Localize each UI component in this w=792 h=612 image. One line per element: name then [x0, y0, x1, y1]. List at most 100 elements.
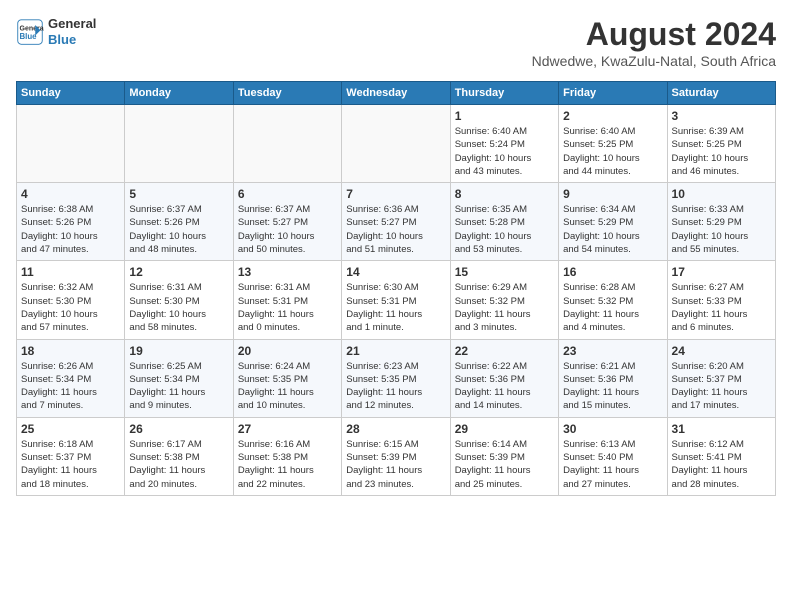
day-info: Sunrise: 6:25 AM Sunset: 5:34 PM Dayligh… [129, 360, 228, 413]
day-number: 22 [455, 344, 554, 358]
day-header-tuesday: Tuesday [233, 82, 341, 105]
day-number: 1 [455, 109, 554, 123]
day-number: 18 [21, 344, 120, 358]
calendar-cell: 24 Sunrise: 6:20 AM Sunset: 5:37 PM Dayli… [667, 339, 775, 417]
day-info: Sunrise: 6:36 AM Sunset: 5:27 PM Dayligh… [346, 203, 445, 256]
calendar-cell: 10Sunrise: 6:33 AM Sunset: 5:29 PM Dayli… [667, 183, 775, 261]
calendar-cell: 5 Sunrise: 6:37 AM Sunset: 5:26 PM Daylig… [125, 183, 233, 261]
calendar-cell: 25Sunrise: 6:18 AM Sunset: 5:37 PM Dayli… [17, 417, 125, 495]
calendar-cell: 12 Sunrise: 6:31 AM Sunset: 5:30 PM Dayli… [125, 261, 233, 339]
day-info: Sunrise: 6:31 AM Sunset: 5:30 PM Dayligh… [129, 281, 228, 334]
day-number: 26 [129, 422, 228, 436]
title-block: August 2024 Ndwedwe, KwaZulu-Natal, Sout… [532, 16, 776, 69]
day-number: 10 [672, 187, 771, 201]
day-number: 17 [672, 265, 771, 279]
calendar-cell: 15 Sunrise: 6:29 AM Sunset: 5:32 PM Dayli… [450, 261, 558, 339]
calendar-cell: 18 Sunrise: 6:26 AM Sunset: 5:34 PM Dayli… [17, 339, 125, 417]
calendar-cell: 20 Sunrise: 6:24 AM Sunset: 5:35 PM Dayli… [233, 339, 341, 417]
day-info: Sunrise: 6:40 AM Sunset: 5:24 PM Dayligh… [455, 125, 554, 178]
day-number: 9 [563, 187, 662, 201]
day-info: Sunrise: 6:18 AM Sunset: 5:37 PM Dayligh… [21, 438, 120, 491]
day-info: Sunrise: 6:12 AM Sunset: 5:41 PM Dayligh… [672, 438, 771, 491]
calendar-cell [342, 105, 450, 183]
day-info: Sunrise: 6:38 AM Sunset: 5:26 PM Dayligh… [21, 203, 120, 256]
calendar-cell: 26 Sunrise: 6:17 AM Sunset: 5:38 PM Dayli… [125, 417, 233, 495]
calendar-cell: 23 Sunrise: 6:21 AM Sunset: 5:36 PM Dayli… [559, 339, 667, 417]
day-number: 23 [563, 344, 662, 358]
day-number: 2 [563, 109, 662, 123]
day-number: 6 [238, 187, 337, 201]
day-info: Sunrise: 6:26 AM Sunset: 5:34 PM Dayligh… [21, 360, 120, 413]
day-info: Sunrise: 6:21 AM Sunset: 5:36 PM Dayligh… [563, 360, 662, 413]
day-number: 3 [672, 109, 771, 123]
day-number: 13 [238, 265, 337, 279]
calendar-cell: 8 Sunrise: 6:35 AM Sunset: 5:28 PM Daylig… [450, 183, 558, 261]
day-info: Sunrise: 6:20 AM Sunset: 5:37 PM Dayligh… [672, 360, 771, 413]
calendar-cell: 9 Sunrise: 6:34 AM Sunset: 5:29 PM Daylig… [559, 183, 667, 261]
day-info: Sunrise: 6:31 AM Sunset: 5:31 PM Dayligh… [238, 281, 337, 334]
day-header-friday: Friday [559, 82, 667, 105]
calendar-cell: 31Sunrise: 6:12 AM Sunset: 5:41 PM Dayli… [667, 417, 775, 495]
page-header: General Blue General Blue August 2024 Nd… [16, 16, 776, 69]
calendar-cell: 14 Sunrise: 6:30 AM Sunset: 5:31 PM Dayli… [342, 261, 450, 339]
calendar-cell [233, 105, 341, 183]
calendar-cell: 7 Sunrise: 6:36 AM Sunset: 5:27 PM Daylig… [342, 183, 450, 261]
calendar-cell: 29 Sunrise: 6:14 AM Sunset: 5:39 PM Dayli… [450, 417, 558, 495]
day-number: 5 [129, 187, 228, 201]
month-year: August 2024 [532, 16, 776, 53]
day-number: 21 [346, 344, 445, 358]
day-info: Sunrise: 6:32 AM Sunset: 5:30 PM Dayligh… [21, 281, 120, 334]
day-number: 15 [455, 265, 554, 279]
day-info: Sunrise: 6:23 AM Sunset: 5:35 PM Dayligh… [346, 360, 445, 413]
day-header-sunday: Sunday [17, 82, 125, 105]
day-number: 20 [238, 344, 337, 358]
logo-text: General Blue [48, 16, 96, 47]
day-info: Sunrise: 6:24 AM Sunset: 5:35 PM Dayligh… [238, 360, 337, 413]
calendar-cell: 16 Sunrise: 6:28 AM Sunset: 5:32 PM Dayli… [559, 261, 667, 339]
calendar-cell: 6 Sunrise: 6:37 AM Sunset: 5:27 PM Daylig… [233, 183, 341, 261]
svg-text:Blue: Blue [20, 32, 38, 41]
day-number: 14 [346, 265, 445, 279]
calendar-cell: 19 Sunrise: 6:25 AM Sunset: 5:34 PM Dayli… [125, 339, 233, 417]
calendar-cell: 11 Sunrise: 6:32 AM Sunset: 5:30 PM Dayli… [17, 261, 125, 339]
calendar-cell [17, 105, 125, 183]
calendar-cell: 21 Sunrise: 6:23 AM Sunset: 5:35 PM Dayli… [342, 339, 450, 417]
day-info: Sunrise: 6:27 AM Sunset: 5:33 PM Dayligh… [672, 281, 771, 334]
day-info: Sunrise: 6:13 AM Sunset: 5:40 PM Dayligh… [563, 438, 662, 491]
day-info: Sunrise: 6:34 AM Sunset: 5:29 PM Dayligh… [563, 203, 662, 256]
calendar-cell: 1 Sunrise: 6:40 AM Sunset: 5:24 PM Daylig… [450, 105, 558, 183]
day-number: 16 [563, 265, 662, 279]
logo-icon: General Blue [16, 18, 44, 46]
day-number: 24 [672, 344, 771, 358]
day-info: Sunrise: 6:29 AM Sunset: 5:32 PM Dayligh… [455, 281, 554, 334]
day-info: Sunrise: 6:39 AM Sunset: 5:25 PM Dayligh… [672, 125, 771, 178]
day-number: 12 [129, 265, 228, 279]
day-info: Sunrise: 6:37 AM Sunset: 5:27 PM Dayligh… [238, 203, 337, 256]
calendar-cell: 27Sunrise: 6:16 AM Sunset: 5:38 PM Dayli… [233, 417, 341, 495]
day-number: 7 [346, 187, 445, 201]
day-info: Sunrise: 6:37 AM Sunset: 5:26 PM Dayligh… [129, 203, 228, 256]
day-info: Sunrise: 6:30 AM Sunset: 5:31 PM Dayligh… [346, 281, 445, 334]
day-info: Sunrise: 6:22 AM Sunset: 5:36 PM Dayligh… [455, 360, 554, 413]
logo: General Blue General Blue [16, 16, 96, 47]
day-info: Sunrise: 6:35 AM Sunset: 5:28 PM Dayligh… [455, 203, 554, 256]
calendar-cell: 3 Sunrise: 6:39 AM Sunset: 5:25 PM Daylig… [667, 105, 775, 183]
day-header-monday: Monday [125, 82, 233, 105]
calendar-cell: 13 Sunrise: 6:31 AM Sunset: 5:31 PM Dayli… [233, 261, 341, 339]
day-number: 8 [455, 187, 554, 201]
day-number: 11 [21, 265, 120, 279]
calendar-cell: 17 Sunrise: 6:27 AM Sunset: 5:33 PM Dayli… [667, 261, 775, 339]
day-number: 30 [563, 422, 662, 436]
day-number: 29 [455, 422, 554, 436]
day-info: Sunrise: 6:15 AM Sunset: 5:39 PM Dayligh… [346, 438, 445, 491]
calendar-cell: 30 Sunrise: 6:13 AM Sunset: 5:40 PM Dayli… [559, 417, 667, 495]
day-info: Sunrise: 6:40 AM Sunset: 5:25 PM Dayligh… [563, 125, 662, 178]
calendar-table: SundayMondayTuesdayWednesdayThursdayFrid… [16, 81, 776, 496]
day-info: Sunrise: 6:17 AM Sunset: 5:38 PM Dayligh… [129, 438, 228, 491]
day-number: 4 [21, 187, 120, 201]
day-number: 19 [129, 344, 228, 358]
day-number: 28 [346, 422, 445, 436]
day-info: Sunrise: 6:14 AM Sunset: 5:39 PM Dayligh… [455, 438, 554, 491]
day-info: Sunrise: 6:28 AM Sunset: 5:32 PM Dayligh… [563, 281, 662, 334]
day-info: Sunrise: 6:16 AM Sunset: 5:38 PM Dayligh… [238, 438, 337, 491]
